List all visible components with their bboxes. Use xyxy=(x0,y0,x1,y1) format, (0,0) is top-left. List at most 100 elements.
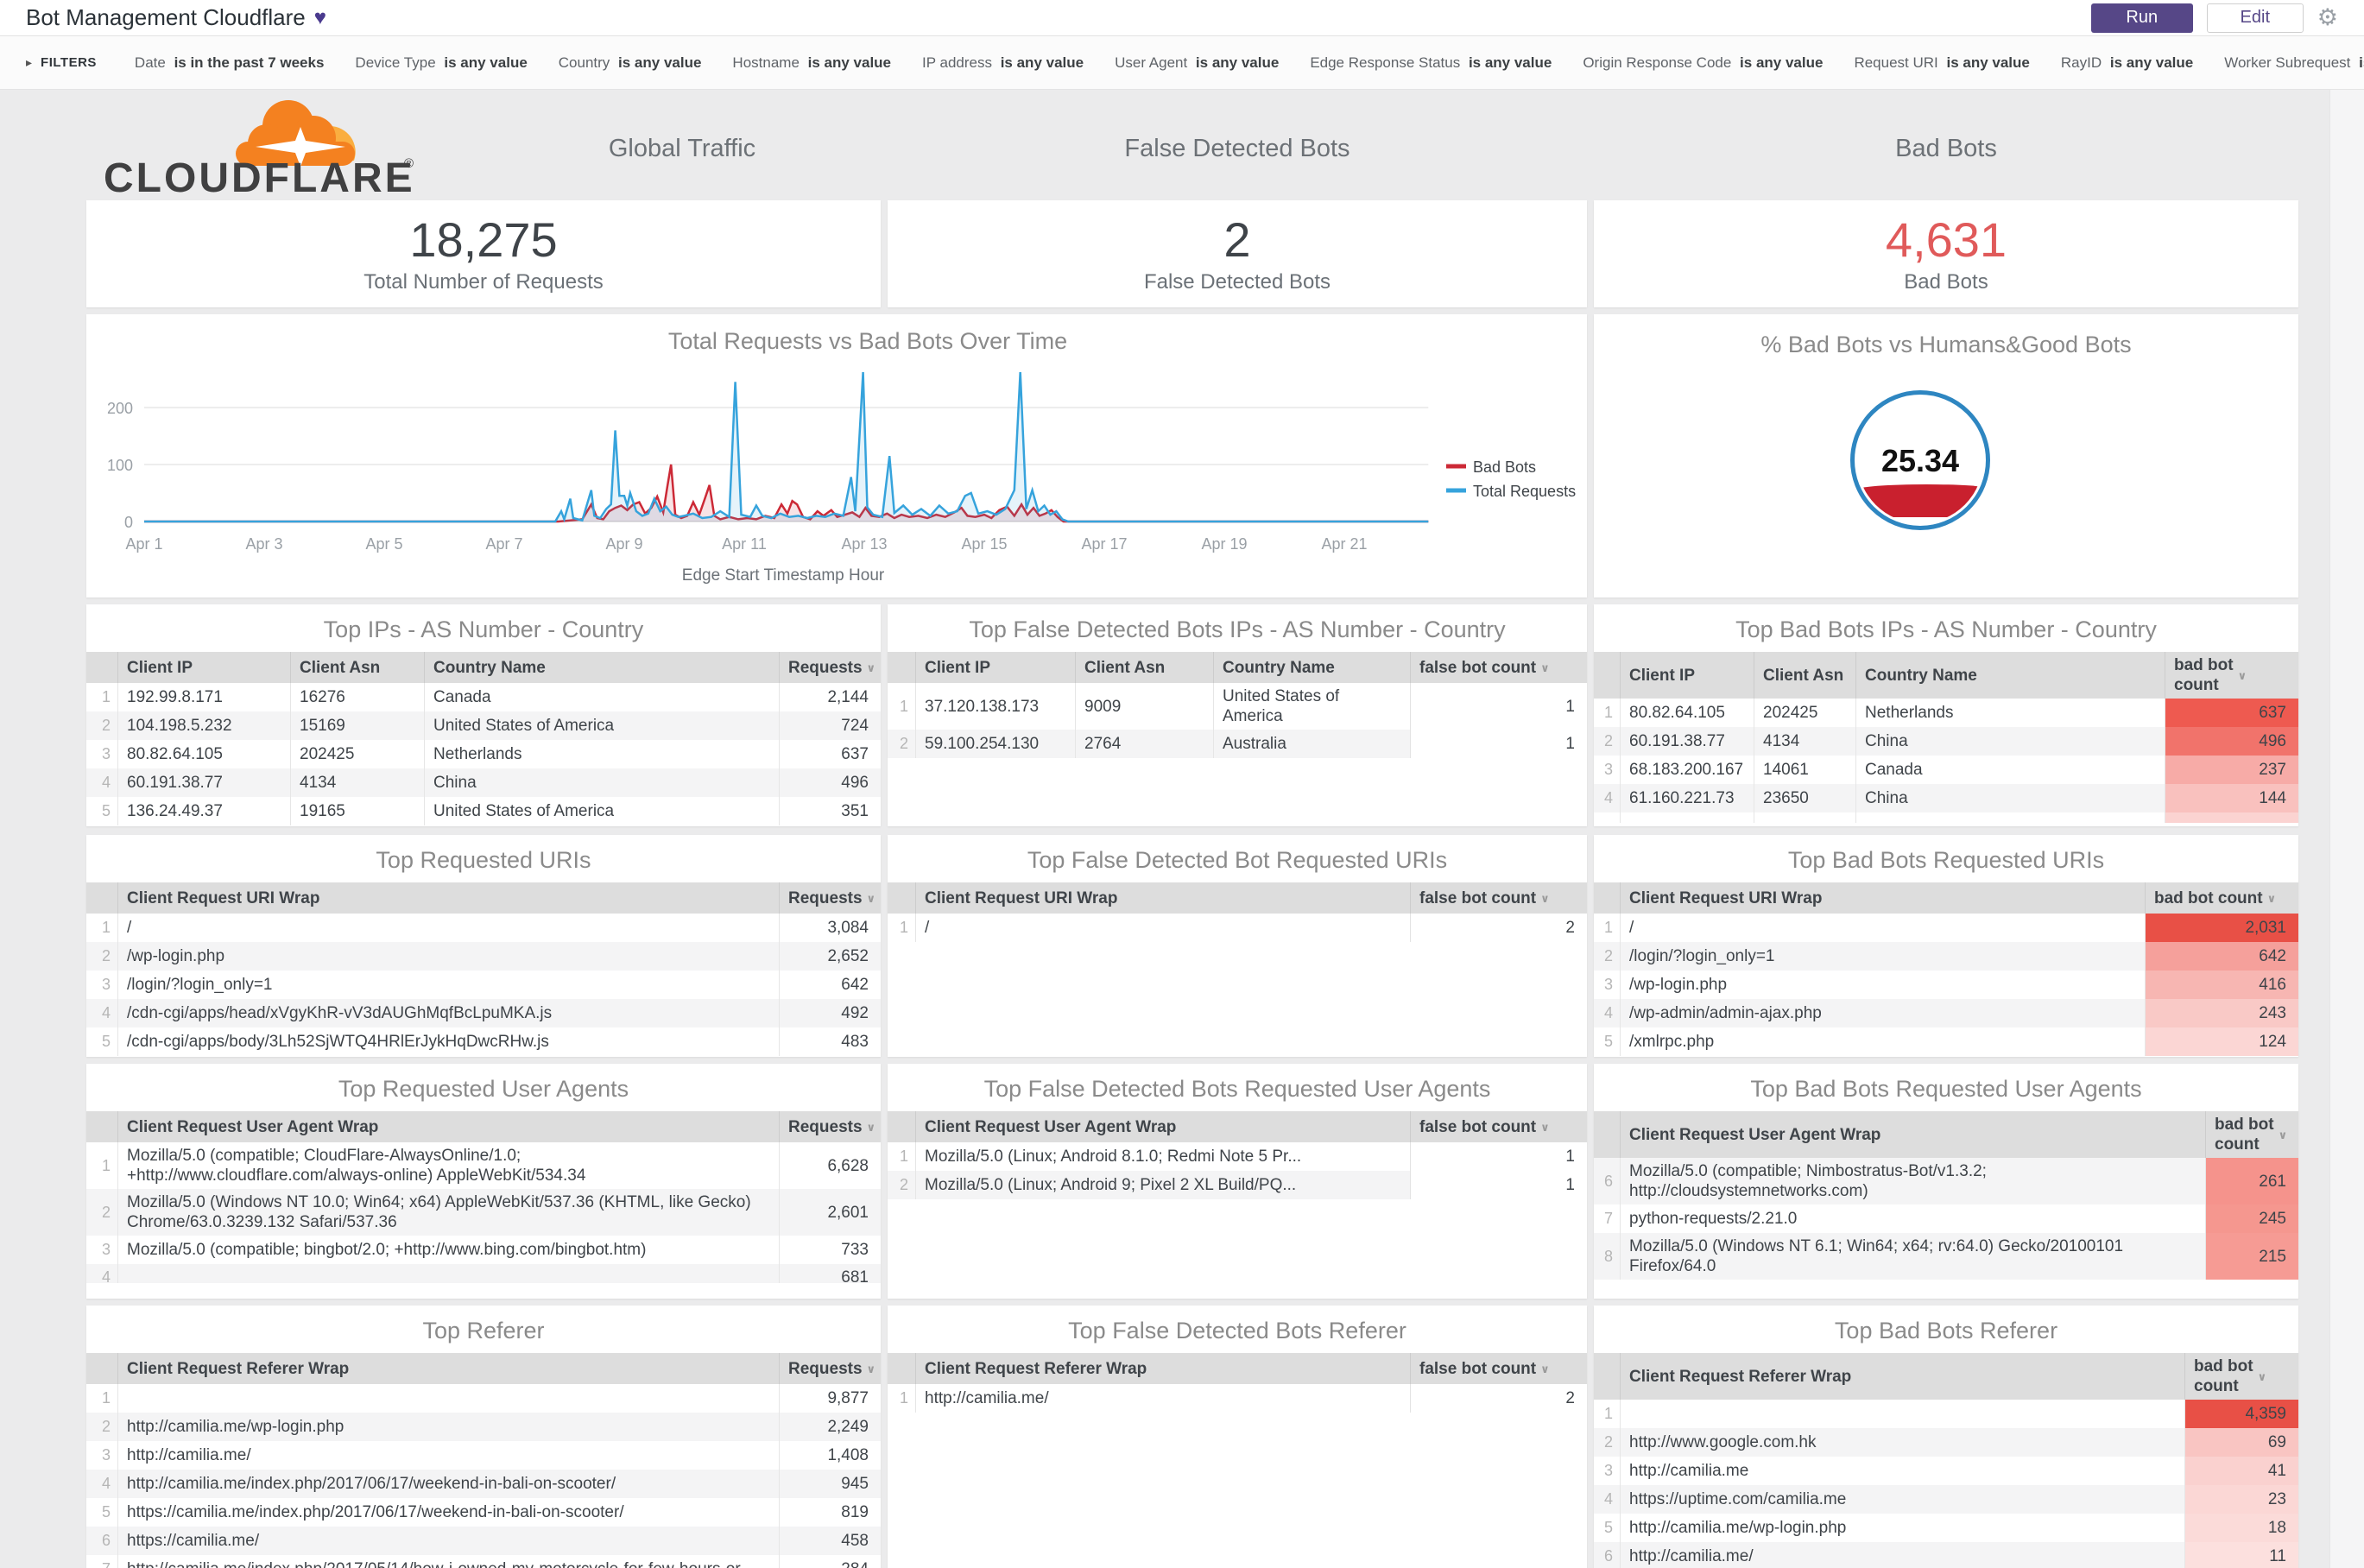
row-number: 2 xyxy=(1603,947,1613,964)
value-cell: 458 xyxy=(779,1527,881,1555)
panel-title: Top Bad Bots Requested User Agents xyxy=(1750,1076,2142,1102)
scrollbar-track[interactable] xyxy=(2329,90,2364,1568)
table-header-row: Client IP Client Asn Country Name bad bot c… xyxy=(1594,652,2298,699)
filter-chip[interactable]: Origin Response Code is any value xyxy=(1583,54,1823,71)
stat-value: 18,275 xyxy=(409,212,558,268)
column-header[interactable]: Client Asn xyxy=(290,652,424,683)
top-false-bot-referer-table: Client Request Referer Wrap false bot cou… xyxy=(888,1353,1587,1413)
value-cell: 2,249 xyxy=(779,1413,881,1441)
cell: http://camilia.me/ xyxy=(915,1384,1410,1413)
filter-chip[interactable]: Worker Subrequest is… xyxy=(2224,54,2364,71)
value-cell: 245 xyxy=(2205,1204,2298,1233)
column-header[interactable]: Client Request Referer Wrap xyxy=(915,1353,1410,1384)
panel-top-false-bot-uris: Top False Detected Bot Requested URIs Cl… xyxy=(888,835,1587,1057)
panel-title: Top Requested User Agents xyxy=(338,1076,629,1102)
cell: 68.183.200.167 xyxy=(1620,756,1754,784)
panel-title: Top False Detected Bots Referer xyxy=(1068,1318,1406,1344)
column-header[interactable]: Client Request URI Wrap xyxy=(1620,882,2145,914)
column-header[interactable]: Client Asn xyxy=(1754,652,1855,699)
edit-button[interactable]: Edit xyxy=(2206,3,2304,33)
table-row: 6 http://camilia.me/11 xyxy=(1594,1542,2298,1568)
sort-column-header[interactable]: false bot count ∨ xyxy=(1410,652,1587,683)
row-number: 2 xyxy=(101,1203,111,1221)
column-header[interactable]: Client IP xyxy=(117,652,290,683)
gauge-fill xyxy=(1857,484,1983,517)
table-row: 5/cdn-cgi/apps/body/3Lh52SjWTQ4HRlErJykH… xyxy=(86,1027,881,1056)
column-header[interactable]: Country Name xyxy=(1213,652,1410,683)
row-number-header xyxy=(86,652,117,683)
panel-title: Top False Detected Bot Requested URIs xyxy=(1027,847,1448,873)
chevron-down-icon: ∨ xyxy=(2237,668,2247,682)
stats-row: 18,275 Total Number of Requests 2 False … xyxy=(86,200,2298,307)
stat-label: Total Number of Requests xyxy=(363,269,604,294)
filter-chip[interactable]: Request URI is any value xyxy=(1854,54,2029,71)
sort-column-header[interactable]: false bot count ∨ xyxy=(1410,1111,1587,1142)
filter-chip[interactable]: RayID is any value xyxy=(2061,54,2193,71)
column-header[interactable]: Client Request Referer Wrap xyxy=(117,1353,779,1384)
table-row: 2/login/?login_only=1 642 xyxy=(1594,942,2298,971)
column-header[interactable]: Client Request URI Wrap xyxy=(915,882,1410,914)
cell: 59.100.254.130 xyxy=(915,730,1075,758)
filter-bar: ▸ FILTERS Date is in the past 7 weeks Dev… xyxy=(0,36,2364,90)
sort-column-header[interactable]: bad bot count ∨ xyxy=(2145,882,2298,914)
top-false-bot-user-agents-table: Client Request User Agent Wrap false bot … xyxy=(888,1111,1587,1199)
panel-top-bad-bot-user-agents: Top Bad Bots Requested User Agents Clien… xyxy=(1594,1064,2298,1299)
filter-chip[interactable]: Country is any value xyxy=(559,54,702,71)
chevron-down-icon: ∨ xyxy=(1540,1362,1550,1375)
table-row: 2 Mozilla/5.0 (Linux; Android 9; Pixel 2 … xyxy=(888,1171,1587,1199)
cell: https://camilia.me/index.php/2017/06/17/… xyxy=(117,1498,779,1527)
cell xyxy=(1620,812,1754,823)
column-header[interactable]: Country Name xyxy=(424,652,779,683)
sort-column-header[interactable]: bad bot count ∨ xyxy=(2184,1353,2298,1400)
row-number: 5 xyxy=(1603,1519,1613,1536)
column-header[interactable]: Client IP xyxy=(915,652,1075,683)
cell: /xmlrpc.php xyxy=(1620,1027,2145,1056)
column-header[interactable]: Client Asn xyxy=(1075,652,1213,683)
column-header[interactable]: Client Request URI Wrap xyxy=(117,882,779,914)
liquid-gauge: 25.34 xyxy=(1850,390,1990,530)
table-row: 1 /2,031 xyxy=(1594,914,2298,942)
value-cell: 416 xyxy=(2145,971,2298,999)
value-cell: 642 xyxy=(779,971,881,999)
column-header[interactable]: Client Request User Agent Wrap xyxy=(915,1111,1410,1142)
sort-column-header[interactable]: Requests ∨ xyxy=(779,652,881,683)
run-button[interactable]: Run xyxy=(2090,3,2193,33)
top-bar: Bot Management Cloudflare ♥ Run Edit ⚙ xyxy=(0,0,2364,36)
panel-top-false-bot-ips: Top False Detected Bots IPs - AS Number … xyxy=(888,604,1587,826)
column-header[interactable]: Client Request Referer Wrap xyxy=(1620,1353,2184,1400)
y-tick-label: 200 xyxy=(107,400,133,417)
cell: 61.160.221.73 xyxy=(1620,784,1754,812)
filter-chip[interactable]: Date is in the past 7 weeks xyxy=(135,54,325,71)
filter-chip[interactable]: User Agent is any value xyxy=(1115,54,1279,71)
filter-chip[interactable]: Hostname is any value xyxy=(732,54,891,71)
caret-right-icon[interactable]: ▸ xyxy=(26,55,32,70)
sort-column-header[interactable]: Requests ∨ xyxy=(779,1353,881,1384)
filter-chip[interactable]: Device Type is any value xyxy=(355,54,527,71)
filter-chip[interactable]: IP address is any value xyxy=(922,54,1084,71)
sort-column-header[interactable]: bad bot count ∨ xyxy=(2205,1111,2298,1158)
cell: python-requests/2.21.0 xyxy=(1620,1204,2205,1233)
column-header[interactable]: Country Name xyxy=(1855,652,2165,699)
panel-title: Top Bad Bots Requested URIs xyxy=(1787,847,2105,873)
sort-column-header[interactable]: false bot count ∨ xyxy=(1410,1353,1587,1384)
table-row: 2 http://camilia.me/wp-login.php 2,249 xyxy=(86,1413,881,1441)
column-header[interactable]: Client Request User Agent Wrap xyxy=(1620,1111,2205,1158)
filter-chip[interactable]: Edge Response Status is any value xyxy=(1310,54,1552,71)
value-cell: 18 xyxy=(2184,1514,2298,1542)
sort-column-header[interactable]: false bot count ∨ xyxy=(1410,882,1587,914)
sort-column-header[interactable]: Requests ∨ xyxy=(779,882,881,914)
sort-column-header[interactable]: Requests ∨ xyxy=(779,1111,881,1142)
row-number-header xyxy=(1594,1111,1620,1158)
gear-icon[interactable]: ⚙ xyxy=(2317,6,2338,29)
column-header[interactable]: Client Request User Agent Wrap xyxy=(117,1111,779,1142)
value-cell: 215 xyxy=(2205,1233,2298,1280)
filters-label[interactable]: FILTERS xyxy=(41,55,97,70)
table-header-row: Client Request URI Wrap Requests ∨ xyxy=(86,882,881,914)
top-user-agents-table: Client Request User Agent Wrap Requests ∨ 1… xyxy=(86,1111,881,1283)
value-cell: 261 xyxy=(2205,1158,2298,1204)
column-header[interactable]: Client IP xyxy=(1620,652,1754,699)
sort-column-header[interactable]: bad bot count ∨ xyxy=(2165,652,2298,699)
table-row: 1 http://camilia.me/2 xyxy=(888,1384,1587,1413)
top-bad-bot-user-agents-table: Client Request User Agent Wrap bad bot co… xyxy=(1594,1111,2298,1280)
legend-label: Total Requests xyxy=(1473,483,1576,500)
